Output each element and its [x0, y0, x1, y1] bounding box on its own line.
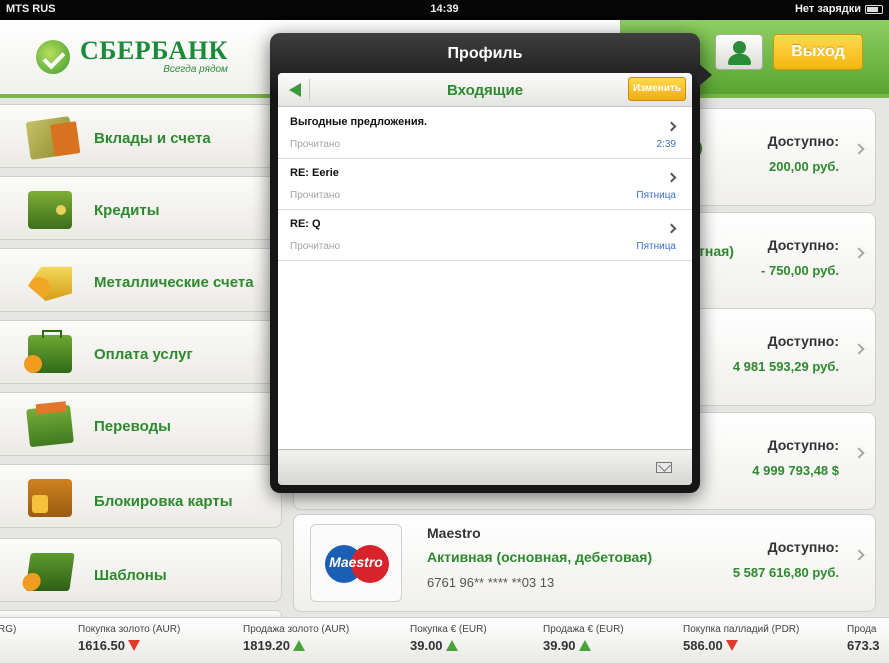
user-icon — [733, 41, 746, 54]
available-label: Доступно: — [767, 237, 839, 253]
chevron-right-icon — [666, 223, 677, 234]
message-date: Пятница — [636, 241, 676, 252]
lock-icon — [28, 479, 72, 517]
ticker-item: Покупка € (EUR) 39.00 — [410, 624, 487, 653]
chevron-right-icon — [853, 447, 865, 459]
available-amount: 5 587 616,80 руб. — [732, 565, 839, 580]
briefcase-icon — [24, 330, 72, 373]
maestro-logo-text: Maestro — [329, 554, 383, 570]
wallet-icon — [28, 191, 72, 229]
inbox-toolbar — [278, 449, 692, 485]
message-row[interactable]: Выгодные предложения. Прочитано 2:39 — [278, 108, 692, 159]
battery-status: Нет зарядки — [794, 3, 861, 15]
money-icon — [25, 116, 75, 160]
profile-popover: Профиль Входящие Изменить Выгодные предл… — [270, 33, 712, 493]
arrow-up-icon — [445, 640, 458, 651]
gold-icon — [28, 266, 72, 301]
bank-slogan: Всегда рядом — [163, 64, 228, 75]
message-status: Прочитано — [290, 139, 340, 150]
card-status: Активная (основная, дебетовая) — [427, 549, 653, 565]
inbox-navbar: Входящие Изменить — [278, 73, 692, 107]
maestro-logo: Maestro — [310, 524, 402, 602]
message-row[interactable]: RE: Q Прочитано Пятница — [278, 210, 692, 261]
available-amount: 4 981 593,29 руб. — [732, 359, 839, 374]
message-date: 2:39 — [656, 139, 676, 150]
menu-item-label: Шаблоны — [94, 567, 167, 584]
chevron-right-icon — [853, 549, 865, 561]
message-date: Пятница — [636, 190, 676, 201]
sberbank-logo: СБЕРБАНК Всегда рядом — [36, 38, 228, 75]
menu-item-deposits[interactable]: Вклады и счета — [0, 104, 282, 168]
menu-item-metal-accounts[interactable]: Металлические счета — [0, 248, 282, 312]
status-bar: MTS RUS 14:39 Нет зарядки — [0, 0, 889, 20]
ticker-item: Покупка палладий (PDR) 586.00 — [683, 624, 800, 653]
chevron-right-icon — [853, 343, 865, 355]
chevron-right-icon — [853, 143, 865, 155]
menu-item-label: Вклады и счета — [94, 130, 211, 147]
available-label: Доступно: — [767, 437, 839, 453]
bank-name: СБЕРБАНК — [80, 36, 228, 65]
inbox-panel: Входящие Изменить Выгодные предложения. … — [278, 73, 692, 485]
arrow-up-icon — [578, 640, 591, 651]
menu-item-payments[interactable]: Оплата услуг — [0, 320, 282, 384]
card-name: Maestro — [427, 525, 481, 541]
transfer-icon — [26, 404, 74, 448]
status-time: 14:39 — [430, 3, 459, 15]
available-amount: 200,00 руб. — [768, 159, 839, 174]
compose-mail-icon[interactable] — [656, 462, 672, 473]
message-row[interactable]: RE: Eerie Прочитано Пятница — [278, 159, 692, 210]
arrow-down-icon — [128, 640, 140, 651]
rates-ticker: RG) Покупка золото (AUR) 1616.50 Продажа… — [0, 617, 889, 663]
chevron-right-icon — [666, 172, 677, 183]
profile-button[interactable] — [715, 34, 763, 70]
popover-arrow — [698, 63, 712, 87]
menu-item-label: Переводы — [94, 418, 171, 435]
menu-item-label: Оплата услуг — [94, 346, 193, 363]
message-status: Прочитано — [290, 190, 340, 201]
chevron-right-icon — [853, 247, 865, 259]
arrow-up-icon — [293, 640, 305, 651]
folder-icon — [25, 553, 75, 591]
account-status-partial: тная) — [698, 243, 734, 259]
menu-item-card-block[interactable]: Блокировка карты — [0, 464, 282, 528]
card-number: 6761 96** **** **03 13 — [427, 575, 555, 590]
message-status: Прочитано — [290, 241, 340, 252]
sberbank-logo-icon — [36, 39, 70, 74]
menu-item-label: Металлические счета — [94, 274, 254, 291]
ticker-item: Прода 673.3 — [847, 624, 880, 653]
battery-icon — [865, 5, 883, 14]
ticker-item: RG) — [0, 624, 17, 635]
available-amount: - 750,00 руб. — [761, 263, 839, 278]
available-label: Доступно: — [767, 133, 839, 149]
exit-button[interactable]: Выход — [773, 34, 863, 70]
available-label: Доступно: — [767, 333, 839, 349]
available-amount: 4 999 793,48 $ — [752, 463, 839, 478]
chevron-right-icon — [666, 121, 677, 132]
menu-item-label: Кредиты — [94, 202, 160, 219]
menu-item-label: Блокировка карты — [94, 493, 233, 510]
message-subject: RE: Q — [290, 218, 321, 230]
message-subject: RE: Eerie — [290, 167, 339, 179]
ticker-item: Продажа золото (AUR) 1819.20 — [243, 624, 350, 653]
menu-item-credits[interactable]: Кредиты — [0, 176, 282, 240]
menu-item-templates[interactable]: Шаблоны — [0, 538, 282, 602]
account-card-maestro[interactable]: Maestro Maestro Активная (основная, дебе… — [293, 514, 876, 612]
menu-item-transfers[interactable]: Переводы — [0, 392, 282, 456]
ticker-item: Продажа € (EUR) 39.90 — [543, 624, 624, 653]
available-label: Доступно: — [767, 539, 839, 555]
ticker-item: Покупка золото (AUR) 1616.50 — [78, 624, 181, 653]
edit-button[interactable]: Изменить — [628, 77, 686, 101]
popover-title: Профиль — [447, 45, 523, 62]
arrow-down-icon — [725, 640, 738, 651]
message-subject: Выгодные предложения. — [290, 116, 428, 128]
